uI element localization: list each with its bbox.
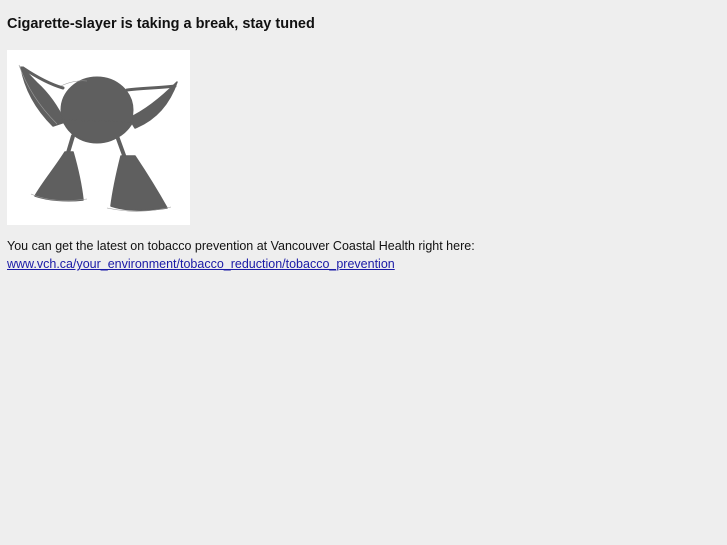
cigarette-slayer-character-icon	[7, 50, 190, 225]
page: Cigarette-slayer is taking a break, stay…	[0, 0, 727, 545]
cigarette-slayer-image	[7, 50, 190, 225]
page-heading: Cigarette-slayer is taking a break, stay…	[7, 16, 315, 32]
intro-text: You can get the latest on tobacco preven…	[7, 239, 475, 253]
tobacco-prevention-link[interactable]: www.vch.ca/your_environment/tobacco_redu…	[7, 256, 395, 273]
